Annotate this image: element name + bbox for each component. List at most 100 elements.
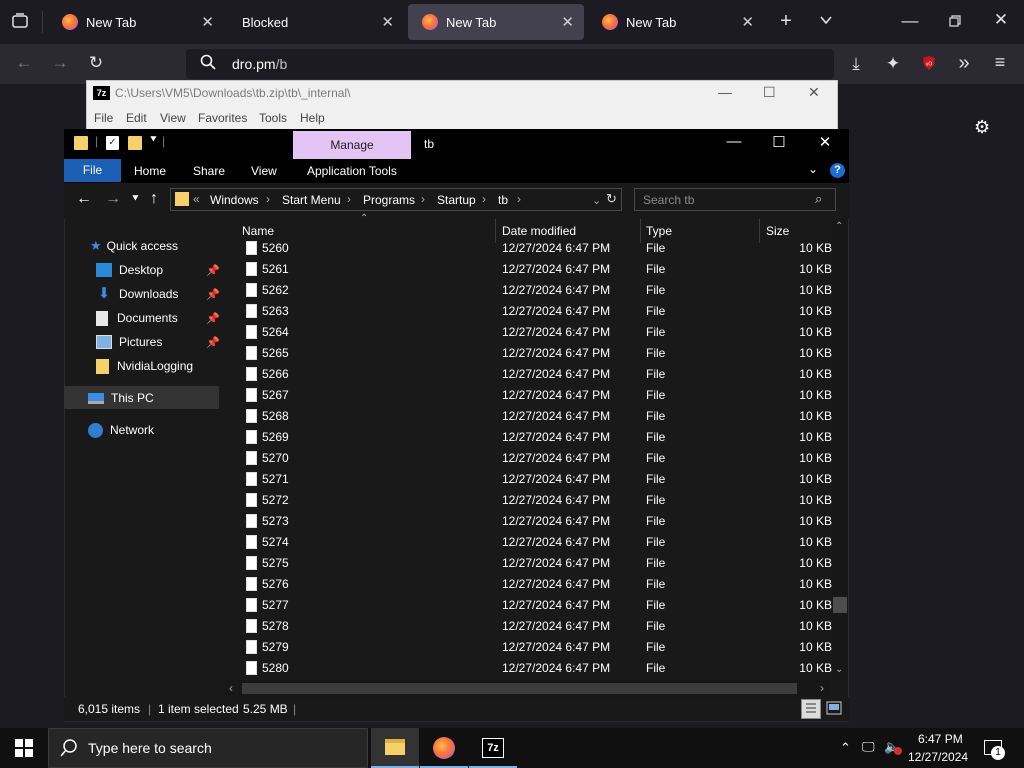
breadcrumb-windows[interactable]: Windows bbox=[210, 193, 259, 207]
pin-icon[interactable]: 📌 bbox=[206, 264, 220, 277]
sevenzip-menu-favorites[interactable]: Favorites bbox=[198, 111, 247, 125]
explorer-close-icon[interactable]: ✕ bbox=[810, 133, 840, 151]
table-row[interactable]: 5261 12/27/2024 6:47 PM File 10 KB bbox=[240, 259, 836, 280]
downloads-icon[interactable]: ⤓ bbox=[846, 54, 866, 74]
pin-icon[interactable]: 📌 bbox=[206, 312, 220, 325]
nav-this-pc[interactable]: This PC bbox=[88, 386, 154, 410]
close-icon[interactable]: ✕ bbox=[201, 13, 214, 31]
sevenzip-menu-view[interactable]: View bbox=[160, 111, 186, 125]
close-icon[interactable]: ✕ bbox=[741, 13, 754, 31]
table-row[interactable]: 5275 12/27/2024 6:47 PM File 10 KB bbox=[240, 553, 836, 574]
help-icon[interactable]: ? bbox=[830, 163, 845, 178]
details-view-icon[interactable] bbox=[801, 699, 821, 719]
table-row[interactable]: 5268 12/27/2024 6:47 PM File 10 KB bbox=[240, 406, 836, 427]
explorer-maximize-icon[interactable]: ☐ bbox=[764, 133, 794, 151]
pin-icon[interactable]: 📌 bbox=[206, 336, 220, 349]
table-row[interactable]: 5265 12/27/2024 6:47 PM File 10 KB bbox=[240, 343, 836, 364]
ribbon-tab-view[interactable]: View bbox=[251, 164, 277, 178]
ribbon-tab-file[interactable]: File bbox=[64, 159, 121, 182]
sort-up-icon[interactable]: ⌃ bbox=[360, 213, 368, 224]
table-row[interactable]: 5266 12/27/2024 6:47 PM File 10 KB bbox=[240, 364, 836, 385]
window-close-icon[interactable]: ✕ bbox=[991, 10, 1011, 30]
sevenzip-maximize-icon[interactable]: ☐ bbox=[763, 84, 776, 101]
horizontal-scroll-thumb[interactable] bbox=[242, 683, 797, 694]
network-status-icon[interactable]: 🖵 bbox=[862, 739, 875, 755]
settings-gear-icon[interactable]: ⚙ bbox=[974, 117, 990, 138]
close-icon[interactable]: ✕ bbox=[381, 13, 394, 31]
table-row[interactable]: 5279 12/27/2024 6:47 PM File 10 KB bbox=[240, 637, 836, 658]
explorer-minimize-icon[interactable]: — bbox=[719, 133, 749, 150]
table-row[interactable]: 5272 12/27/2024 6:47 PM File 10 KB bbox=[240, 490, 836, 511]
breadcrumb-start-menu[interactable]: Start Menu bbox=[282, 193, 341, 207]
table-row[interactable]: 5264 12/27/2024 6:47 PM File 10 KB bbox=[240, 322, 836, 343]
nav-documents[interactable]: Documents bbox=[96, 306, 178, 330]
column-header-date-modified[interactable]: Date modified bbox=[502, 224, 576, 238]
table-row[interactable]: 5271 12/27/2024 6:47 PM File 10 KB bbox=[240, 469, 836, 490]
refresh-icon[interactable]: ↻ bbox=[606, 191, 617, 207]
close-icon[interactable]: ✕ bbox=[561, 13, 574, 31]
table-row[interactable]: 5278 12/27/2024 6:47 PM File 10 KB bbox=[240, 616, 836, 637]
windows-start-icon[interactable] bbox=[15, 739, 33, 762]
scroll-left-arrow-icon[interactable]: ‹ bbox=[229, 681, 233, 695]
ribbon-expand-chevron-icon[interactable]: ⌄ bbox=[808, 162, 818, 176]
ribbon-tab-share[interactable]: Share bbox=[193, 164, 225, 178]
sevenzip-close-icon[interactable]: ✕ bbox=[808, 84, 820, 101]
sevenzip-menu-edit[interactable]: Edit bbox=[126, 111, 147, 125]
ublock-icon[interactable]: uO bbox=[919, 55, 939, 76]
tab-new-tab-1[interactable]: New Tab ✕ bbox=[48, 4, 224, 40]
vertical-scroll-thumb[interactable] bbox=[833, 597, 847, 613]
forward-arrow-icon[interactable]: → bbox=[105, 190, 121, 208]
properties-check-icon[interactable]: ✓ bbox=[106, 136, 119, 150]
chevron-right-icon[interactable]: › bbox=[517, 192, 521, 206]
table-row[interactable]: 5269 12/27/2024 6:47 PM File 10 KB bbox=[240, 427, 836, 448]
nav-desktop[interactable]: Desktop bbox=[96, 258, 163, 282]
sevenzip-menu-file[interactable]: File bbox=[94, 111, 113, 125]
search-icon[interactable]: ⌕ bbox=[815, 191, 822, 207]
scroll-up-arrow-icon[interactable]: ⌃ bbox=[835, 221, 843, 232]
reload-icon[interactable]: ↻ bbox=[86, 53, 106, 73]
qat-customize-icon[interactable]: ⯆ bbox=[149, 134, 158, 147]
up-arrow-icon[interactable]: ↑ bbox=[150, 190, 158, 208]
scroll-right-arrow-icon[interactable]: › bbox=[820, 681, 824, 695]
table-row[interactable]: 5262 12/27/2024 6:47 PM File 10 KB bbox=[240, 280, 836, 301]
pin-icon[interactable]: 📌 bbox=[206, 288, 220, 301]
tab-list-icon[interactable] bbox=[10, 12, 30, 35]
extensions-icon[interactable]: ✦ bbox=[883, 54, 903, 74]
taskbar-file-explorer[interactable] bbox=[371, 728, 419, 768]
ribbon-tab-application-tools[interactable]: Application Tools bbox=[307, 164, 397, 178]
scroll-down-arrow-icon[interactable]: ⌄ bbox=[835, 664, 843, 675]
new-tab-plus-icon[interactable]: + bbox=[776, 10, 796, 33]
table-row[interactable]: 5277 12/27/2024 6:47 PM File 10 KB bbox=[240, 595, 836, 616]
tab-new-tab-active[interactable]: New Tab ✕ bbox=[408, 4, 584, 40]
nav-downloads[interactable]: ⬇ Downloads bbox=[96, 282, 179, 306]
more-tools-icon[interactable]: » bbox=[954, 52, 974, 75]
url-text[interactable]: dro.pm/b bbox=[232, 56, 287, 72]
breadcrumb-overflow-icon[interactable]: « bbox=[193, 192, 200, 206]
back-arrow-icon[interactable]: ← bbox=[76, 190, 92, 208]
taskbar-7zip[interactable]: 7z bbox=[469, 728, 517, 768]
sevenzip-menu-help[interactable]: Help bbox=[300, 111, 325, 125]
breadcrumb-programs[interactable]: Programs bbox=[363, 193, 415, 207]
clock-time[interactable]: 6:47 PM bbox=[918, 732, 963, 746]
column-header-name[interactable]: Name bbox=[242, 224, 274, 238]
list-all-tabs-chevron-icon[interactable] bbox=[816, 12, 836, 32]
tab-blocked[interactable]: Blocked ✕ bbox=[228, 4, 404, 40]
table-row[interactable]: 5267 12/27/2024 6:47 PM File 10 KB bbox=[240, 385, 836, 406]
tab-new-tab-3[interactable]: New Tab ✕ bbox=[588, 4, 764, 40]
chevron-right-icon[interactable]: › bbox=[347, 192, 351, 206]
clock-date[interactable]: 12/27/2024 bbox=[908, 750, 968, 764]
sevenzip-minimize-icon[interactable]: — bbox=[718, 84, 732, 100]
nav-network[interactable]: Network bbox=[88, 418, 154, 442]
forward-arrow-icon[interactable]: → bbox=[50, 53, 70, 73]
table-row[interactable]: 5280 12/27/2024 6:47 PM File 10 KB bbox=[240, 658, 836, 679]
table-row[interactable]: 5263 12/27/2024 6:47 PM File 10 KB bbox=[240, 301, 836, 322]
table-row[interactable]: 5273 12/27/2024 6:47 PM File 10 KB bbox=[240, 511, 836, 532]
new-folder-icon[interactable] bbox=[128, 136, 142, 150]
table-row[interactable]: 5276 12/27/2024 6:47 PM File 10 KB bbox=[240, 574, 836, 595]
chevron-right-icon[interactable]: › bbox=[421, 192, 425, 206]
breadcrumb-tb[interactable]: tb bbox=[498, 193, 508, 207]
hamburger-menu-icon[interactable]: ≡ bbox=[990, 52, 1010, 73]
address-dropdown-chevron-icon[interactable]: ⌄ bbox=[592, 194, 601, 207]
taskbar-firefox[interactable] bbox=[420, 728, 468, 768]
table-row[interactable]: 5260 12/27/2024 6:47 PM File 10 KB bbox=[240, 238, 836, 259]
